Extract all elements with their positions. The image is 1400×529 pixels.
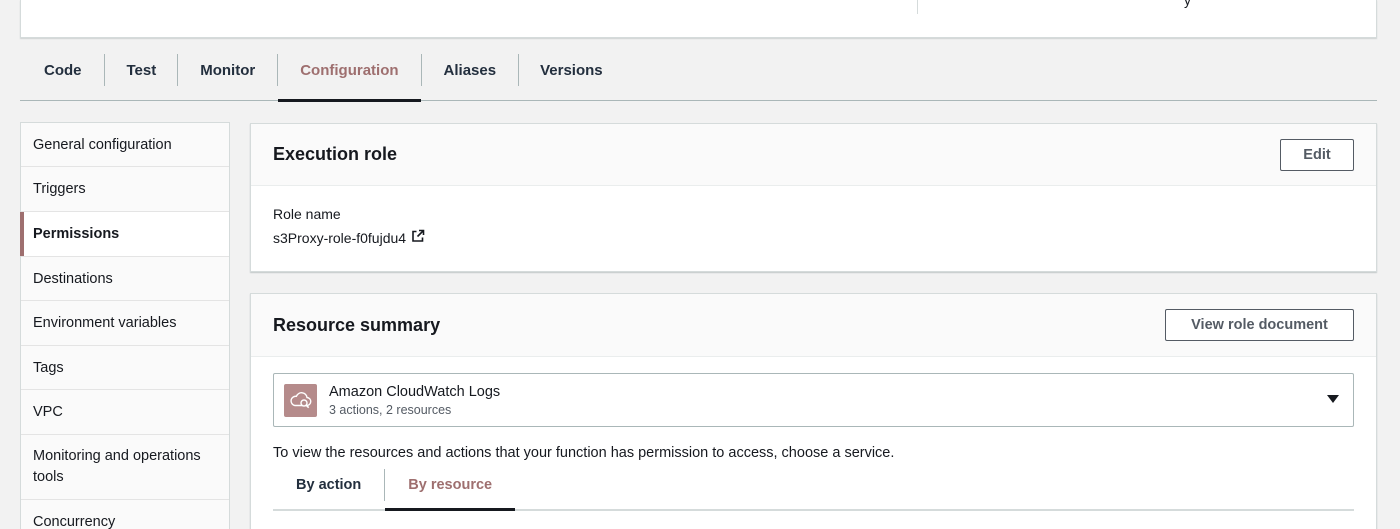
subtab-label: By action xyxy=(296,477,362,493)
service-text: Amazon CloudWatch Logs 3 actions, 2 reso… xyxy=(329,384,500,417)
cloudwatch-logs-icon xyxy=(284,383,317,417)
sidebar-item-tags[interactable]: Tags xyxy=(21,346,229,390)
sidebar-item-label: Triggers xyxy=(33,181,86,197)
sidebar-item-monitoring-tools[interactable]: Monitoring and operations tools xyxy=(21,435,229,500)
service-help-text: To view the resources and actions that y… xyxy=(273,445,895,461)
tab-label: Code xyxy=(44,61,82,79)
external-link-icon xyxy=(410,228,426,247)
execution-role-panel: Execution role Edit Role name s3Proxy-ro… xyxy=(250,123,1377,272)
sidebar-item-concurrency[interactable]: Concurrency xyxy=(21,500,229,529)
tab-versions[interactable]: Versions xyxy=(519,40,625,101)
tab-configuration[interactable]: Configuration xyxy=(278,40,421,102)
configuration-sidebar: General configuration Triggers Permissio… xyxy=(20,122,230,529)
resource-summary-panel: Resource summary View role document Amaz… xyxy=(250,293,1377,529)
sidebar-item-label: General configuration xyxy=(33,136,172,153)
execution-role-title: Execution role xyxy=(273,144,398,164)
tab-aliases[interactable]: Aliases xyxy=(422,40,519,101)
subtab-label: By resource xyxy=(408,477,493,493)
sidebar-item-label: Monitoring and operations tools xyxy=(33,448,201,485)
sidebar-item-destinations[interactable]: Destinations xyxy=(21,257,229,301)
sidebar-item-label: Tags xyxy=(33,359,64,376)
execution-role-header: Execution role Edit xyxy=(251,124,1376,186)
sidebar-item-permissions[interactable]: Permissions xyxy=(20,212,229,257)
sidebar-item-label: Environment variables xyxy=(33,315,177,331)
tab-code[interactable]: Code xyxy=(20,40,104,101)
execution-role-body: Role name s3Proxy-role-f0fujdu4 xyxy=(251,186,1376,247)
sidebar-item-general-configuration[interactable]: General configuration xyxy=(21,123,229,167)
resource-summary-title: Resource summary xyxy=(273,314,441,335)
sidebar-item-label: VPC xyxy=(33,404,63,420)
service-detail: 3 actions, 2 resources xyxy=(329,402,452,417)
tab-label: Configuration xyxy=(300,61,399,79)
role-name-label: Role name xyxy=(273,206,341,222)
role-name-value: s3Proxy-role-f0fujdu4 xyxy=(273,229,407,246)
caret-down-icon xyxy=(1327,395,1339,403)
sidebar-item-label: Permissions xyxy=(33,226,120,242)
function-tabs: Code Test Monitor Configuration Aliases … xyxy=(20,40,1377,102)
summary-subtabs: By action By resource xyxy=(273,461,1354,511)
view-role-document-button[interactable]: View role document xyxy=(1165,309,1354,341)
subtab-by-action[interactable]: By action xyxy=(273,461,384,509)
sidebar-item-environment-variables[interactable]: Environment variables xyxy=(21,301,229,346)
tab-label: Aliases xyxy=(443,61,497,79)
role-name-link[interactable]: s3Proxy-role-f0fujdu4 xyxy=(273,228,1354,247)
resource-summary-header: Resource summary View role document xyxy=(251,294,1376,357)
card-divider xyxy=(917,0,918,14)
sidebar-item-label: Concurrency xyxy=(33,513,116,529)
sidebar-item-label: Destinations xyxy=(33,270,113,287)
tab-label: Test xyxy=(126,61,157,79)
tab-label: Monitor xyxy=(200,61,256,79)
sidebar-item-vpc[interactable]: VPC xyxy=(21,390,229,435)
edit-button[interactable]: Edit xyxy=(1280,138,1354,171)
card-text-fragment: y xyxy=(1184,0,1191,8)
service-select[interactable]: Amazon CloudWatch Logs 3 actions, 2 reso… xyxy=(273,373,1354,427)
sidebar-item-triggers[interactable]: Triggers xyxy=(21,167,229,212)
tab-test[interactable]: Test xyxy=(105,40,178,101)
function-overview-card: y xyxy=(20,0,1377,38)
service-name: Amazon CloudWatch Logs xyxy=(329,383,501,400)
subtab-by-resource[interactable]: By resource xyxy=(385,461,515,511)
tab-monitor[interactable]: Monitor xyxy=(178,40,277,101)
tab-label: Versions xyxy=(540,61,603,79)
